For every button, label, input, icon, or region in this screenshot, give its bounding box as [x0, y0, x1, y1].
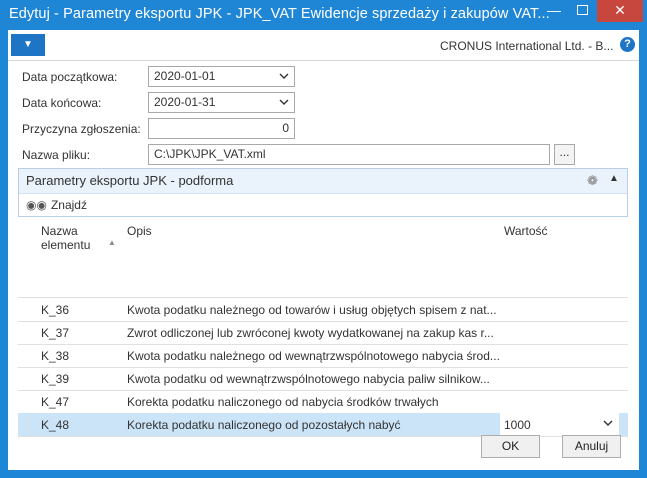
file-name-value: C:\JPK\JPK_VAT.xml [154, 147, 266, 161]
start-date-field[interactable]: 2020-01-01 [148, 66, 295, 87]
table-row[interactable]: K_37 Zwrot odliczonej lub zwróconej kwot… [18, 321, 628, 345]
chevron-down-icon[interactable] [603, 418, 613, 428]
row-description: Kwota podatku należnego od towarów i usł… [127, 303, 497, 317]
close-icon: ✕ [614, 2, 626, 18]
chevron-down-icon[interactable] [279, 71, 289, 81]
reason-value: 0 [282, 121, 289, 135]
row-name: K_36 [41, 303, 70, 317]
table-row[interactable]: K_36 Kwota podatku należnego od towarów … [18, 298, 628, 322]
row-name: K_38 [41, 349, 70, 363]
row-name: K_47 [41, 395, 70, 409]
sort-ascending-icon: ▲ [108, 238, 116, 247]
cancel-button[interactable]: Anuluj [562, 435, 621, 458]
subform-header: Parametry eksportu JPK - podforma ❁ ▲ [19, 169, 627, 194]
reason-label: Przyczyna zgłoszenia: [22, 122, 141, 136]
row-description: Zwrot odliczonej lub zwróconej kwoty wyd… [127, 326, 494, 340]
row-description: Kwota podatku od wewnątrzwspólnotowego n… [127, 372, 490, 386]
row-description: Kwota podatku należnego od wewnątrzwspól… [127, 349, 500, 363]
file-name-field[interactable]: C:\JPK\JPK_VAT.xml [148, 144, 550, 165]
action-bar: ▼ CRONUS International Ltd. - B... ? [8, 30, 639, 61]
column-header-name[interactable]: Nazwa elementu [41, 224, 90, 252]
minimize-button[interactable]: — [540, 0, 568, 22]
row-value[interactable]: 1000 [504, 418, 531, 432]
table-row[interactable]: K_47 Korekta podatku naliczonego od naby… [18, 390, 628, 414]
table-row[interactable]: K_39 Kwota podatku od wewnątrzwspólnotow… [18, 367, 628, 391]
chevron-up-icon[interactable]: ▲ [609, 173, 619, 184]
chevron-down-icon: ▼ [23, 39, 33, 50]
minimize-icon: — [547, 2, 561, 18]
find-button[interactable]: ◉◉ Znajdź [26, 198, 87, 212]
maximize-icon [576, 5, 588, 16]
file-name-label: Nazwa pliku: [22, 148, 91, 162]
help-icon[interactable]: ? [620, 37, 635, 52]
title-bar[interactable]: Edytuj - Parametry eksportu JPK - JPK_VA… [0, 0, 647, 30]
reason-field[interactable]: 0 [148, 118, 295, 139]
row-name: K_48 [41, 418, 70, 432]
table-row[interactable]: K_38 Kwota podatku należnego od wewnątrz… [18, 344, 628, 368]
value-editor[interactable]: 1000 [500, 413, 619, 436]
end-date-value: 2020-01-31 [154, 95, 216, 109]
actions-menu-button[interactable]: ▼ [11, 34, 45, 56]
row-name: K_37 [41, 326, 70, 340]
table-row-selected[interactable]: K_48 Korekta podatku naliczonego od pozo… [18, 413, 628, 437]
subform-title: Parametry eksportu JPK - podforma [26, 173, 234, 188]
end-date-label: Data końcowa: [22, 96, 102, 110]
row-description: Korekta podatku naliczonego od pozostały… [127, 418, 401, 432]
row-name: K_39 [41, 372, 70, 386]
subform-panel: Parametry eksportu JPK - podforma ❁ ▲ ◉◉… [18, 168, 628, 217]
customize-icon[interactable]: ❁ [587, 173, 598, 189]
find-label: Znajdź [50, 198, 87, 212]
dialog-window: Edytuj - Parametry eksportu JPK - JPK_VA… [0, 0, 647, 478]
window-title: Edytuj - Parametry eksportu JPK - JPK_VA… [9, 6, 550, 22]
column-header-name-line2: elementu [41, 238, 91, 252]
ok-button[interactable]: OK [481, 435, 540, 458]
row-description: Korekta podatku naliczonego od nabycia ś… [127, 395, 439, 409]
start-date-value: 2020-01-01 [154, 69, 216, 83]
browse-button[interactable]: ... [554, 144, 575, 165]
column-header-description[interactable]: Opis [127, 224, 152, 238]
chevron-down-icon[interactable] [279, 97, 289, 107]
binoculars-icon: ◉◉ [26, 198, 47, 212]
close-button[interactable]: ✕ [597, 0, 643, 22]
maximize-button[interactable] [568, 0, 596, 22]
end-date-field[interactable]: 2020-01-31 [148, 92, 295, 113]
dialog-content: ▼ CRONUS International Ltd. - B... ? Dat… [8, 30, 639, 470]
column-header-name-line1: Nazwa [41, 224, 78, 238]
start-date-label: Data początkowa: [22, 70, 118, 84]
company-name: CRONUS International Ltd. - B... [440, 39, 614, 53]
parameters-grid: Nazwa elementu ▲ Opis Wartość K_36 Kwota … [18, 218, 628, 437]
column-header-value[interactable]: Wartość [504, 224, 548, 238]
